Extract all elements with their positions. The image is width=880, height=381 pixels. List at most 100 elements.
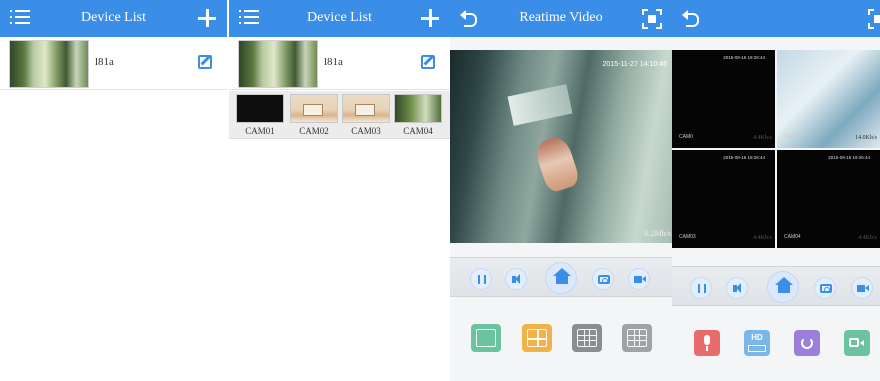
single-view-icon	[476, 329, 496, 347]
four-view-button[interactable]	[522, 324, 552, 352]
home-button[interactable]	[545, 262, 577, 294]
volume-button[interactable]	[726, 277, 748, 299]
hd-button[interactable]: HD	[744, 330, 770, 356]
volume-icon	[512, 274, 520, 284]
page-indicator	[768, 374, 808, 380]
cell-timestamp: 2015-08-16 19:26:44	[723, 55, 765, 60]
camera-item-cam03[interactable]: CAM03	[342, 94, 390, 136]
record-icon	[634, 276, 646, 283]
camera-item-cam01[interactable]: CAM01	[236, 94, 284, 136]
video-camera-icon	[849, 338, 864, 347]
home-button[interactable]	[767, 271, 799, 303]
snapshot-button[interactable]	[814, 277, 836, 299]
camera-label: CAM04	[403, 126, 433, 136]
camera-thumbnail	[290, 94, 338, 123]
sixteen-view-icon	[627, 329, 647, 347]
device-name: l81a	[95, 56, 114, 68]
pause-button[interactable]	[470, 268, 492, 290]
device-name: l81a	[324, 56, 343, 68]
add-device-button[interactable]	[420, 8, 442, 30]
plus-icon	[420, 8, 440, 28]
four-view-icon	[527, 329, 547, 347]
top-bar	[672, 0, 880, 37]
top-bar: Reatime Video	[450, 0, 672, 37]
add-device-button[interactable]	[197, 8, 219, 30]
cell-rate: 14.0Kb/s	[855, 135, 877, 141]
talk-button[interactable]	[694, 330, 720, 356]
camera-label: CAM02	[299, 126, 329, 136]
fullscreen-icon[interactable]	[642, 9, 662, 29]
top-bar: Device List	[229, 0, 450, 37]
device-thumbnail	[238, 40, 318, 88]
device-list-item[interactable]: l81a	[0, 37, 227, 90]
record-icon	[857, 285, 869, 292]
camera-item-cam02[interactable]: CAM02	[290, 94, 338, 136]
control-bar	[450, 257, 672, 297]
video-timestamp: 2015-11-27 14:10:46	[602, 61, 667, 68]
video-cell[interactable]: 2015-08-16 19:26:44 CAM04 4.4Kb/s	[777, 150, 880, 248]
fullscreen-icon[interactable]	[868, 9, 880, 29]
video-bitrate: 6.2Mb/s	[644, 229, 671, 238]
sixteen-view-button[interactable]	[622, 324, 652, 352]
cell-rate: 4.4Kb/s	[753, 235, 772, 241]
pause-icon	[698, 284, 706, 293]
plus-icon	[197, 8, 217, 28]
video-scene	[507, 84, 573, 126]
video-scene	[532, 134, 582, 194]
video-cell[interactable]: 2015-08-16 19:26:44 CAM03 4.4Kb/s	[672, 150, 775, 248]
top-bar: Device List	[0, 0, 227, 37]
cell-rate: 4.4Kb/s	[753, 135, 772, 141]
cell-timestamp: 2015-08-16 19:26:44	[723, 155, 765, 160]
control-bar	[672, 266, 880, 306]
microphone-icon	[704, 335, 710, 351]
realtime-video-screen: Reatime Video 2015-11-27 14:10:46 6.2Mb/…	[450, 0, 672, 381]
video-cell[interactable]: CAM02 14.0Kb/s	[777, 50, 880, 148]
video-view[interactable]: 2015-11-27 14:10:46 6.2Mb/s	[450, 50, 672, 243]
nine-view-button[interactable]	[572, 324, 602, 352]
device-list-screen-2: Device List l81a CAM01 CAM02 CAM03 CAM04	[229, 0, 450, 381]
multi-view-screen: 2015-08-16 19:26:44 CAM0 4.4Kb/s CAM02 1…	[672, 0, 880, 381]
camera-thumbnail	[236, 94, 284, 123]
pause-icon	[478, 275, 486, 284]
video-record-button[interactable]	[844, 330, 870, 356]
cell-label: CAM03	[679, 234, 696, 240]
camera-label: CAM03	[351, 126, 381, 136]
back-icon[interactable]	[682, 10, 699, 27]
single-view-button[interactable]	[471, 324, 501, 352]
edit-icon[interactable]	[421, 55, 435, 69]
device-thumbnail	[9, 40, 89, 88]
device-list-screen-1: Device List l81a	[0, 0, 227, 381]
cell-label: CAM02	[784, 134, 801, 140]
pause-button[interactable]	[690, 277, 712, 299]
cell-timestamp: 2015-08-16 19:26:44	[828, 155, 870, 160]
record-button[interactable]	[628, 268, 650, 290]
nine-view-icon	[577, 329, 597, 347]
rotate-button[interactable]	[794, 330, 820, 356]
page-indicator	[545, 374, 585, 380]
cell-label: CAM0	[679, 134, 693, 140]
snapshot-button[interactable]	[592, 268, 614, 290]
camera-label: CAM01	[245, 126, 275, 136]
page-title: Reatime Video	[519, 10, 603, 25]
cell-rate: 4.4Kb/s	[858, 235, 877, 241]
video-grid: 2015-08-16 19:26:44 CAM0 4.4Kb/s CAM02 1…	[672, 50, 880, 250]
snapshot-icon	[598, 275, 610, 284]
hd-icon-frame	[748, 345, 766, 352]
page-title: Device List	[81, 10, 146, 25]
camera-item-cam04[interactable]: CAM04	[394, 94, 442, 136]
device-list-item[interactable]: l81a	[229, 37, 450, 90]
camera-thumbnail	[394, 94, 442, 123]
page-title: Device List	[307, 10, 372, 25]
camera-strip: CAM01 CAM02 CAM03 CAM04	[229, 91, 450, 139]
video-cell[interactable]: 2015-08-16 19:26:44 CAM0 4.4Kb/s	[672, 50, 775, 148]
rotate-icon	[801, 337, 813, 349]
hd-icon: HD	[751, 333, 763, 342]
cell-label: CAM04	[784, 234, 801, 240]
home-icon	[553, 268, 571, 285]
camera-thumbnail	[342, 94, 390, 123]
record-button[interactable]	[851, 277, 873, 299]
edit-icon[interactable]	[198, 55, 212, 69]
snapshot-icon	[820, 284, 832, 293]
volume-button[interactable]	[505, 268, 527, 290]
volume-icon	[733, 283, 741, 293]
